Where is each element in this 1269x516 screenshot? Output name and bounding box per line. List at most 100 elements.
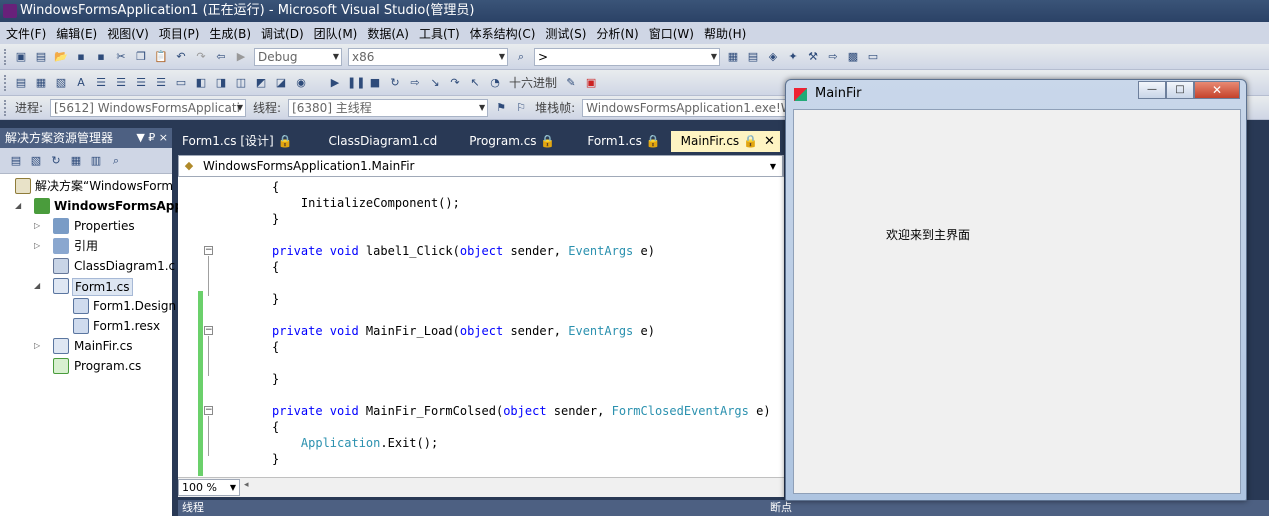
scroll-left-icon[interactable]: ◂ [244,480,249,490]
flag-icon[interactable]: ⚑ [493,100,509,116]
save-icon[interactable]: ▪ [73,49,89,65]
parameter-info-icon[interactable]: ▦ [33,75,49,91]
expand-icon[interactable]: ▷ [34,216,44,236]
hex-display-button[interactable]: 十六进制 [509,74,557,91]
tree-program[interactable]: Program.cs [0,356,172,376]
menu-tools[interactable]: 工具(T) [417,25,468,42]
refresh-icon[interactable]: ↻ [48,153,64,169]
collapse-region-icon[interactable]: − [204,246,213,255]
new-project-icon[interactable]: ▣ [13,49,29,65]
menu-test[interactable]: 测试(S) [543,25,594,42]
class-diagram-icon[interactable]: ⌕ [108,153,124,169]
pause-icon[interactable]: ❚❚ [347,75,365,91]
threads-panel-title[interactable]: 线程 [182,501,204,514]
cut-icon[interactable]: ✂ [113,49,129,65]
expand-icon[interactable]: ▷ [34,236,44,256]
menu-help[interactable]: 帮助(H) [702,25,754,42]
tab-mainfir[interactable]: MainFir.cs 🔒 ✕ [670,131,780,152]
member-list-icon[interactable]: ▤ [13,75,29,91]
bookmark-icon[interactable]: ▭ [173,75,189,91]
properties-icon[interactable]: ▤ [745,49,761,65]
class-dropdown[interactable]: WindowsFormsApplication1.MainFir [199,159,770,173]
collapse-icon[interactable]: ◢ [34,276,44,296]
tree-project[interactable]: ◢ WindowsFormsApp [0,196,183,216]
menu-debug[interactable]: 调试(D) [259,25,312,42]
process-combo[interactable]: [5612] WindowsFormsApplicati ▼ [50,98,247,117]
tree-form1-designer[interactable]: Form1.Design [0,296,176,316]
paste-icon[interactable]: 📋 [153,49,169,65]
tree-solution[interactable]: 解决方案“WindowsForm [0,176,173,196]
stack-frame-combo[interactable]: WindowsFormsApplication1.exe!W [582,98,793,117]
show-all-files-icon[interactable]: ▧ [28,153,44,169]
properties-icon[interactable]: ▤ [8,153,24,169]
copy-icon[interactable]: ❐ [133,49,149,65]
panel-pin-icon[interactable]: ▼ ₽ × [136,128,168,148]
collapse-region-icon[interactable]: − [204,406,213,415]
restart-icon[interactable]: ↻ [387,75,403,91]
zoom-combo[interactable]: 100 % ▼ [178,479,240,496]
platform-combo[interactable]: x86 ▼ [348,47,508,66]
tree-form1-resx[interactable]: Form1.resx [0,316,172,336]
maximize-button[interactable]: □ [1166,81,1194,99]
comment-icon[interactable]: ☰ [133,75,149,91]
start-page-icon[interactable]: ⇨ [825,49,841,65]
step-out-icon[interactable]: ↖ [467,75,483,91]
close-tab-icon[interactable]: ✕ [764,131,775,152]
breakpoints-icon[interactable]: ✎ [563,75,579,91]
view-designer-icon[interactable]: ▥ [88,153,104,169]
tree-classdiagram[interactable]: ClassDiagram1.c [0,256,175,276]
navigate-icon[interactable]: ⇦ [213,49,229,65]
bookmark-folder-icon[interactable]: ◩ [253,75,269,91]
save-all-icon[interactable]: ▪ [93,49,109,65]
chevron-down-icon[interactable]: ▼ [770,162,776,171]
find-combo[interactable]: > ▼ [534,47,720,66]
undo-icon[interactable]: ↶ [173,49,189,65]
tools-icon[interactable]: ⚒ [805,49,821,65]
continue-icon[interactable]: ▶ [233,49,249,65]
solution-explorer-icon[interactable]: ▦ [725,49,741,65]
welcome-label[interactable]: 欢迎来到主界面 [886,226,970,243]
collapse-icon[interactable]: ◢ [15,196,25,216]
add-item-icon[interactable]: ▤ [33,49,49,65]
quick-info-icon[interactable]: ▧ [53,75,69,91]
step-over-icon[interactable]: ↷ [447,75,463,91]
bookmark-next-folder-icon[interactable]: ◪ [273,75,289,91]
menu-architecture[interactable]: 体系结构(C) [468,25,544,42]
command-window-icon[interactable]: ▭ [865,49,881,65]
menu-team[interactable]: 团队(M) [312,25,366,42]
tab-program[interactable]: Program.cs 🔒 [447,131,565,152]
close-button[interactable]: ✕ [1194,81,1240,99]
prev-bookmark-icon[interactable]: ◧ [193,75,209,91]
collapse-region-icon[interactable]: − [204,326,213,335]
tree-references[interactable]: ▷ 引用 [0,236,172,256]
expand-icon[interactable]: ▷ [34,336,44,356]
find-icon[interactable]: ⌕ [513,49,529,65]
word-complete-icon[interactable]: A [73,75,89,91]
debug-toolbar-icon[interactable]: ◉ [293,75,309,91]
stop-icon[interactable]: ■ [367,75,383,91]
tab-classdiagram[interactable]: ClassDiagram1.cd [303,131,448,152]
tree-form1[interactable]: ◢ Form1.cs [0,276,172,296]
toolbox-icon[interactable]: ✦ [785,49,801,65]
code-editor[interactable]: − − − { InitializeComponent(); } private… [178,177,784,477]
thread-combo[interactable]: [6380] 主线程 ▼ [288,98,489,117]
config-combo[interactable]: Debug ▼ [254,47,342,66]
extension-manager-icon[interactable]: ▩ [845,49,861,65]
thread-flag-icon[interactable]: ⚐ [513,100,529,116]
menu-edit[interactable]: 编辑(E) [54,25,105,42]
menu-analyze[interactable]: 分析(N) [594,25,646,42]
tab-form1-design[interactable]: Form1.cs [设计] 🔒 [172,131,303,152]
indent-icon[interactable]: ☰ [93,75,109,91]
step-into-icon[interactable]: ↘ [427,75,443,91]
tree-properties[interactable]: ▷ Properties [0,216,172,236]
output-window-icon[interactable]: ▣ [583,75,599,91]
menu-window[interactable]: 窗口(W) [647,25,702,42]
menu-project[interactable]: 项目(P) [157,25,208,42]
breakpoints-panel-title[interactable]: 断点 [770,500,792,516]
class-navigation-bar[interactable]: ◆ WindowsFormsApplication1.MainFir ▼ [178,155,784,177]
minimize-button[interactable]: — [1138,81,1166,99]
tree-mainfir[interactable]: ▷ MainFir.cs [0,336,172,356]
menu-build[interactable]: 生成(B) [207,25,259,42]
outdent-icon[interactable]: ☰ [113,75,129,91]
menu-file[interactable]: 文件(F) [4,25,54,42]
